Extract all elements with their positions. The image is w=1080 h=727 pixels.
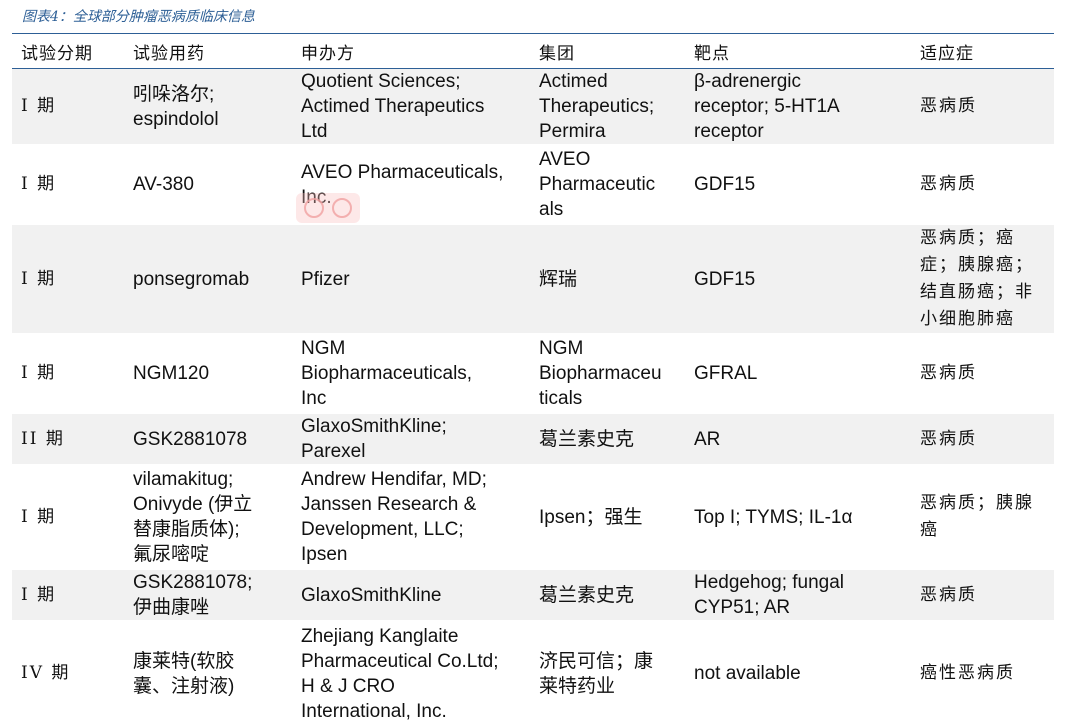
header-phase: 试验分期: [12, 33, 124, 69]
table-row: IV 期 康莱特(软胶 囊、注射液) Zhejiang Kanglaite Ph…: [12, 621, 1054, 727]
cell-drug: vilamakitug; Onivyde (伊立 替康脂质体); 氟尿嘧啶: [124, 465, 292, 570]
table-row: I 期 GSK2881078; 伊曲康唑 GlaxoSmithKline 葛兰素…: [12, 568, 1054, 623]
cell-group: 辉瑞: [530, 223, 685, 336]
table-row: I 期 吲哚洛尔; espindolol Quotient Sciences; …: [12, 68, 1054, 147]
cell-phase: I 期: [12, 145, 124, 225]
table-row: I 期 NGM120 NGM Biopharmaceuticals, Inc N…: [12, 334, 1054, 414]
cell-group: NGM Biopharmaceu ticals: [530, 334, 685, 414]
cell-phase: I 期: [12, 465, 124, 570]
cell-group: 葛兰素史克: [530, 412, 685, 467]
table-row: I 期 ponsegromab Pfizer 辉瑞 GDF15 恶病质；癌 症；…: [12, 223, 1054, 336]
cell-group: AVEO Pharmaceutic als: [530, 145, 685, 225]
header-row: 试验分期 试验用药 申办方 集团 靶点 适应症: [12, 33, 1054, 69]
cell-indication: 恶病质: [911, 334, 1054, 414]
cell-phase: I 期: [12, 334, 124, 414]
cell-indication: 恶病质；癌 症；胰腺癌； 结直肠癌；非 小细胞肺癌: [911, 223, 1054, 336]
cell-sponsor: NGM Biopharmaceuticals, Inc: [292, 334, 530, 414]
cell-drug: ponsegromab: [124, 223, 292, 336]
cell-sponsor: GlaxoSmithKline: [292, 568, 530, 623]
table-header: 试验分期 试验用药 申办方 集团 靶点 适应症: [12, 33, 1054, 69]
cell-phase: I 期: [12, 568, 124, 623]
cell-phase: I 期: [12, 68, 124, 147]
cell-indication: 癌性恶病质: [911, 621, 1054, 727]
header-sponsor: 申办方: [292, 33, 530, 69]
cell-phase: I 期: [12, 223, 124, 336]
cell-sponsor: Quotient Sciences; Actimed Therapeutics …: [292, 68, 530, 147]
cell-target: not available: [685, 621, 911, 727]
watermark-circle-icon: [332, 198, 352, 218]
table-row: I 期 AV-380 AVEO Pharmaceuticals, Inc. AV…: [12, 145, 1054, 225]
cell-sponsor: Zhejiang Kanglaite Pharmaceutical Co.Ltd…: [292, 621, 530, 727]
cell-indication: 恶病质: [911, 568, 1054, 623]
header-target: 靶点: [685, 33, 911, 69]
clinical-trials-table: 试验分期 试验用药 申办方 集团 靶点 适应症 I 期 吲哚洛尔; espind…: [12, 33, 1054, 727]
cell-phase: IV 期: [12, 621, 124, 727]
header-drug: 试验用药: [124, 33, 292, 69]
cell-indication: 恶病质: [911, 145, 1054, 225]
table-row: I 期 vilamakitug; Onivyde (伊立 替康脂质体); 氟尿嘧…: [12, 465, 1054, 570]
watermark-logo: [296, 193, 360, 223]
cell-target: GDF15: [685, 145, 911, 225]
cell-target: β-adrenergic receptor; 5-HT1A receptor: [685, 68, 911, 147]
cell-drug: GSK2881078: [124, 412, 292, 467]
cell-group: Ipsen；强生: [530, 465, 685, 570]
cell-group: Actimed Therapeutics; Permira: [530, 68, 685, 147]
cell-target: Hedgehog; fungal CYP51; AR: [685, 568, 911, 623]
cell-drug: NGM120: [124, 334, 292, 414]
cell-target: Top I; TYMS; IL-1α: [685, 465, 911, 570]
cell-sponsor: GlaxoSmithKline; Parexel: [292, 412, 530, 467]
watermark-circle-icon: [304, 198, 324, 218]
cell-phase: II 期: [12, 412, 124, 467]
table-body: I 期 吲哚洛尔; espindolol Quotient Sciences; …: [12, 68, 1054, 727]
cell-target: GDF15: [685, 223, 911, 336]
cell-drug: 吲哚洛尔; espindolol: [124, 68, 292, 147]
table-row: II 期 GSK2881078 GlaxoSmithKline; Parexel…: [12, 412, 1054, 467]
cell-drug: GSK2881078; 伊曲康唑: [124, 568, 292, 623]
cell-target: GFRAL: [685, 334, 911, 414]
figure-caption: 图表4：全球部分肿瘤恶病质临床信息: [22, 9, 255, 25]
cell-sponsor: Pfizer: [292, 223, 530, 336]
cell-target: AR: [685, 412, 911, 467]
cell-sponsor: Andrew Hendifar, MD; Janssen Research & …: [292, 465, 530, 570]
cell-indication: 恶病质: [911, 412, 1054, 467]
cell-drug: 康莱特(软胶 囊、注射液): [124, 621, 292, 727]
cell-indication: 恶病质: [911, 68, 1054, 147]
cell-drug: AV-380: [124, 145, 292, 225]
cell-indication: 恶病质；胰腺 癌: [911, 465, 1054, 570]
cell-group: 济民可信；康 莱特药业: [530, 621, 685, 727]
cell-group: 葛兰素史克: [530, 568, 685, 623]
header-indication: 适应症: [911, 33, 1054, 69]
header-group: 集团: [530, 33, 685, 69]
